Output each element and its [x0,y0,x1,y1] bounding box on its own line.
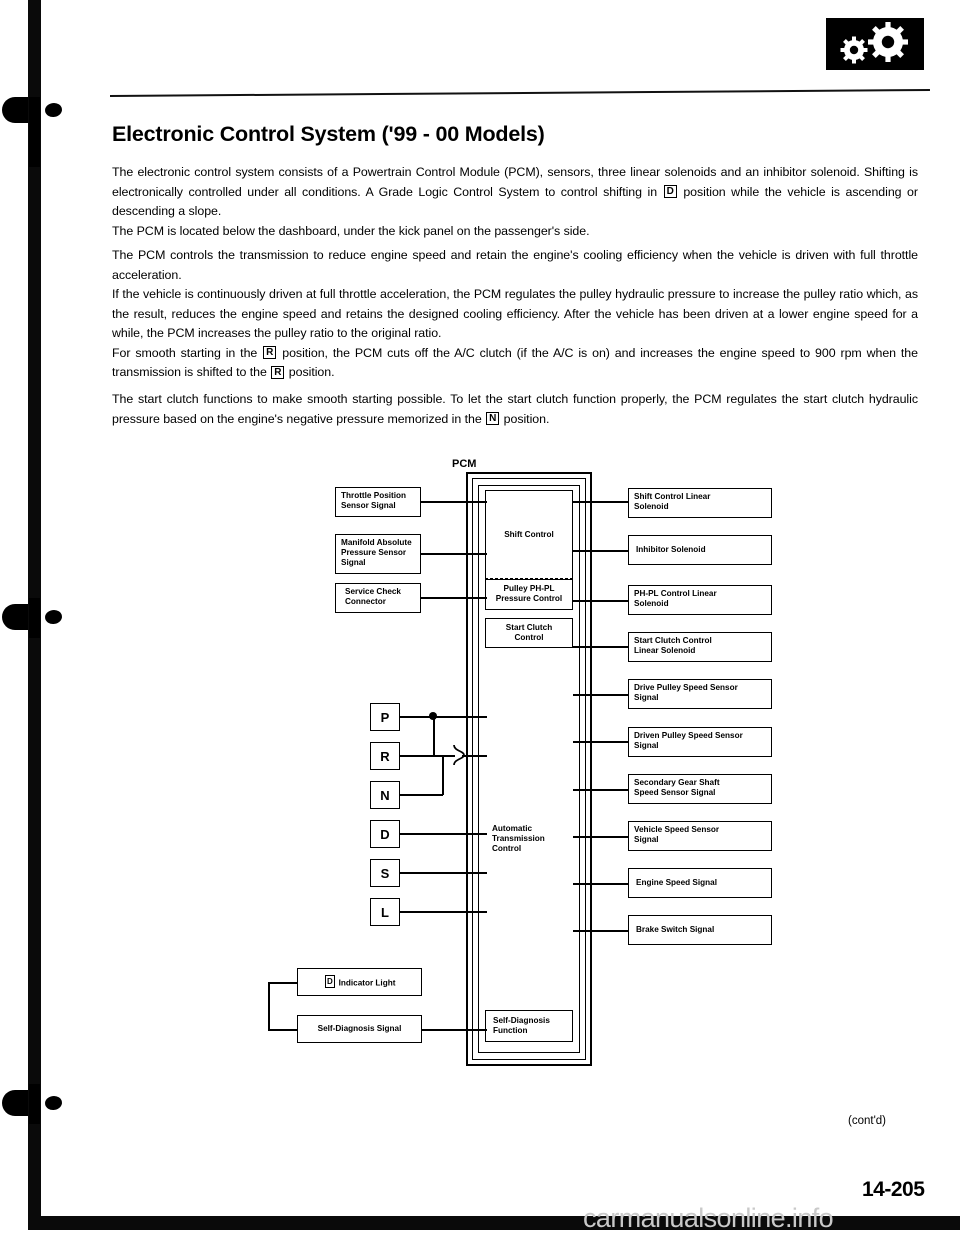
input-box-throttle-position-sensor-signal: Throttle Position Sensor Signal [335,487,421,517]
gear-position-s[interactable]: S [370,859,400,887]
line-gear-s-to-pcm [400,872,487,874]
shift-control-divider [485,578,573,579]
pcm-block-label-self-diagnosis-function: Self-Diagnosis Function [493,1015,550,1035]
line-bottom-bus-vertical [268,982,270,1030]
pcm-block-pulley-ph-pl-pressure-control: Pulley PH-PL Pressure Control [485,580,573,610]
line-n-junction-vertical [442,755,444,795]
line-p-junction-vertical [433,716,435,757]
output-label-shift-control-linear-solenoid: Shift Control Linear Solenoid [634,492,711,512]
output-box-driven-pulley-speed-sensor-signal: Driven Pulley Speed Sensor Signal [628,727,772,757]
line-pcm-to-shift-solenoid [573,501,629,503]
output-label-secondary-gear-shaft-speed-sensor-signal: Secondary Gear Shaft Speed Sensor Signal [634,778,720,798]
line-bus-to-d-indicator [268,982,298,984]
output-label-drive-pulley-speed-sensor-signal: Drive Pulley Speed Sensor Signal [634,683,738,703]
line-pcm-to-start-clutch-solenoid [573,646,629,648]
line-pcm-to-vehicle-speed-sensor [573,836,629,838]
line-throttle-to-pcm [421,501,487,503]
pcm-block-self-diagnosis-function: Self-Diagnosis Function [485,1010,573,1042]
continued-label: (cont'd) [848,1115,886,1127]
line-pcm-to-inhibitor-solenoid [573,550,629,552]
line-gear-p-to-pcm [400,716,487,718]
line-gear-r-stub [400,755,455,757]
line-gear-d-to-pcm [400,833,487,835]
line-pcm-to-brake-switch-signal [573,930,629,932]
bottom-label-self-diagnosis-signal: Self-Diagnosis Signal [317,1023,402,1033]
line-map-to-pcm [421,553,487,555]
site-watermark: carmanualsonline.info [583,1203,834,1233]
input-box-service-check-connector: Service Check Connector [335,583,421,613]
output-box-brake-switch-signal: Brake Switch Signal [628,915,772,945]
line-bus-to-self-diagnosis-signal [268,1029,298,1031]
bottom-box-d-indicator-light: D Indicator Light [297,968,422,996]
gear-d-indicator: D [324,975,336,989]
gear-position-n[interactable]: N [370,781,400,809]
bottom-label-d-indicator-light: Indicator Light [336,978,396,988]
output-label-inhibitor-solenoid: Inhibitor Solenoid [636,544,706,554]
pcm-block-shift-control: Shift Control [485,490,573,580]
output-label-driven-pulley-speed-sensor-signal: Driven Pulley Speed Sensor Signal [634,731,743,751]
line-pcm-to-drive-pulley-sensor [573,694,629,696]
output-label-engine-speed-signal: Engine Speed Signal [636,877,717,887]
line-gear-n-stub [400,794,443,796]
output-box-engine-speed-signal: Engine Speed Signal [628,868,772,898]
electronic-control-system-block-diagram: PCM Throttle Position Sensor Signal Manif… [0,0,960,1242]
output-box-vehicle-speed-sensor-signal: Vehicle Speed Sensor Signal [628,821,772,851]
output-label-ph-pl-control-linear-solenoid: PH-PL Control Linear Solenoid [634,589,717,609]
line-pcm-to-driven-pulley-sensor [573,741,629,743]
output-label-vehicle-speed-sensor-signal: Vehicle Speed Sensor Signal [634,825,720,845]
line-gear-l-to-pcm [400,911,487,913]
line-service-check-to-pcm [421,597,487,599]
page-number: 14-205 [862,1178,925,1201]
gear-position-r[interactable]: R [370,742,400,770]
input-box-manifold-absolute-pressure-sensor-signal: Manifold Absolute Pressure Sensor Signal [335,534,421,574]
output-label-brake-switch-signal: Brake Switch Signal [636,924,715,934]
output-box-drive-pulley-speed-sensor-signal: Drive Pulley Speed Sensor Signal [628,679,772,709]
output-box-start-clutch-control-linear-solenoid: Start Clutch Control Linear Solenoid [628,632,772,662]
wire-crossover-hop [453,744,465,766]
output-box-shift-control-linear-solenoid: Shift Control Linear Solenoid [628,488,772,518]
pcm-block-label-shift-control: Shift Control [504,529,554,539]
pcm-block-start-clutch-control: Start Clutch Control [485,618,573,648]
line-pcm-to-engine-speed-signal [573,883,629,885]
pcm-block-label-start-clutch-control: Start Clutch Control [505,622,553,642]
input-label-service-check-connector: Service Check Connector [345,587,401,607]
junction-dot-p [429,712,437,720]
output-label-start-clutch-control-linear-solenoid: Start Clutch Control Linear Solenoid [634,636,712,656]
gear-position-l[interactable]: L [370,898,400,926]
pcm-block-label-pulley-ph-pl-pressure-control: Pulley PH-PL Pressure Control [495,584,563,604]
output-box-ph-pl-control-linear-solenoid: PH-PL Control Linear Solenoid [628,585,772,615]
pcm-label: PCM [452,458,477,470]
line-pcm-to-secondary-gear-sensor [573,789,629,791]
output-box-secondary-gear-shaft-speed-sensor-signal: Secondary Gear Shaft Speed Sensor Signal [628,774,772,804]
gear-position-p[interactable]: P [370,703,400,731]
input-label-throttle-position-sensor-signal: Throttle Position Sensor Signal [341,491,407,511]
bottom-box-self-diagnosis-signal: Self-Diagnosis Signal [297,1015,422,1043]
input-label-manifold-absolute-pressure-sensor-signal: Manifold Absolute Pressure Sensor Signal [341,538,412,568]
line-pcm-to-phpl-solenoid [573,600,629,602]
gear-position-d[interactable]: D [370,820,400,848]
output-box-inhibitor-solenoid: Inhibitor Solenoid [628,535,772,565]
line-self-diagnosis-signal-to-pcm [422,1029,487,1031]
pcm-block-label-automatic-transmission-control: Automatic Transmission Control [492,824,545,854]
